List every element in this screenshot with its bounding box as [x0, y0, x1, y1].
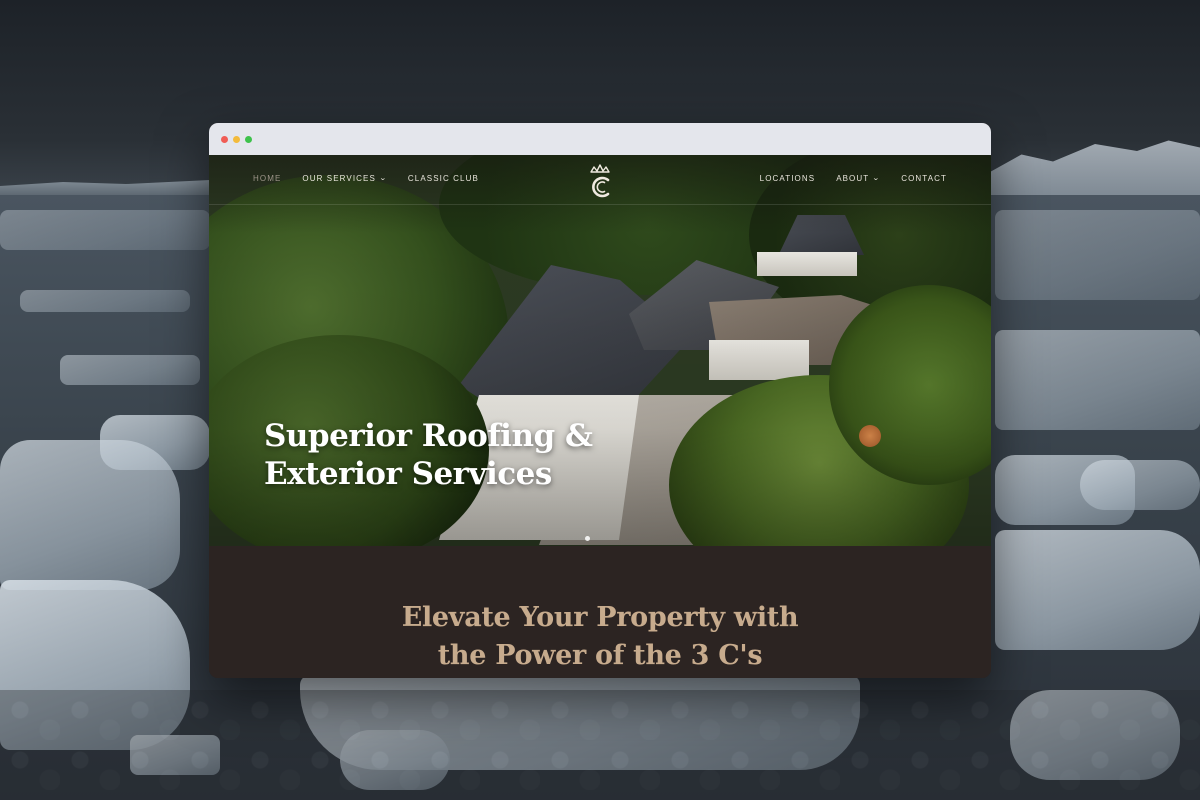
nav-contact[interactable]: Contact — [901, 174, 947, 183]
nav-classic-club[interactable]: Classic Club — [408, 174, 479, 183]
ice-floe — [0, 210, 210, 250]
nav-left-group: Home Our Services ⌄ Classic Club — [253, 174, 479, 183]
background-pebbles — [0, 690, 1200, 800]
nav-about[interactable]: About ⌄ — [836, 174, 880, 183]
browser-window: Home Our Services ⌄ Classic Club — [209, 123, 991, 678]
hero-title-line2: Exterior Services — [264, 456, 552, 492]
chevron-down-icon: ⌄ — [872, 175, 882, 182]
nav-our-services-label: Our Services — [302, 174, 376, 183]
nav-locations-label: Locations — [759, 174, 816, 183]
nav-classic-club-label: Classic Club — [407, 174, 479, 183]
ice-floe — [995, 210, 1200, 300]
intro-title-line1: Elevate Your Property with — [401, 602, 799, 633]
ice-floe — [995, 530, 1200, 650]
browser-titlebar — [209, 123, 991, 155]
intro-title-line2: the Power of the 3 C's — [437, 640, 763, 671]
chevron-down-icon: ⌄ — [378, 175, 388, 182]
ice-floe — [995, 330, 1200, 430]
close-window-button[interactable] — [221, 135, 228, 143]
nav-locations[interactable]: Locations — [760, 174, 816, 183]
nav-contact-label: Contact — [901, 174, 947, 183]
logo-svg — [590, 164, 610, 198]
nav-our-services[interactable]: Our Services ⌄ — [302, 174, 386, 183]
crown-c-logo-icon[interactable] — [586, 163, 614, 199]
minimize-window-button[interactable] — [233, 135, 240, 143]
main-navigation: Home Our Services ⌄ Classic Club — [209, 155, 991, 205]
hero-title: Superior Roofing & Exterior Services — [264, 417, 624, 493]
intro-section: Elevate Your Property with the Power of … — [209, 546, 991, 678]
nav-about-label: About — [836, 174, 870, 183]
nav-home-label: Home — [253, 174, 282, 183]
intro-title: Elevate Your Property with the Power of … — [209, 599, 991, 675]
ice-floe — [1080, 460, 1200, 510]
nav-right-group: Locations About ⌄ Contact — [760, 174, 947, 183]
hero-title-line1: Superior Roofing & — [264, 418, 593, 454]
ice-floe — [60, 355, 200, 385]
hero-banner: Home Our Services ⌄ Classic Club — [209, 155, 991, 546]
maximize-window-button[interactable] — [245, 135, 252, 143]
ice-floe — [20, 290, 190, 312]
ice-floe — [0, 440, 180, 590]
nav-home[interactable]: Home — [253, 174, 281, 183]
slider-pagination-dot[interactable] — [585, 536, 590, 541]
